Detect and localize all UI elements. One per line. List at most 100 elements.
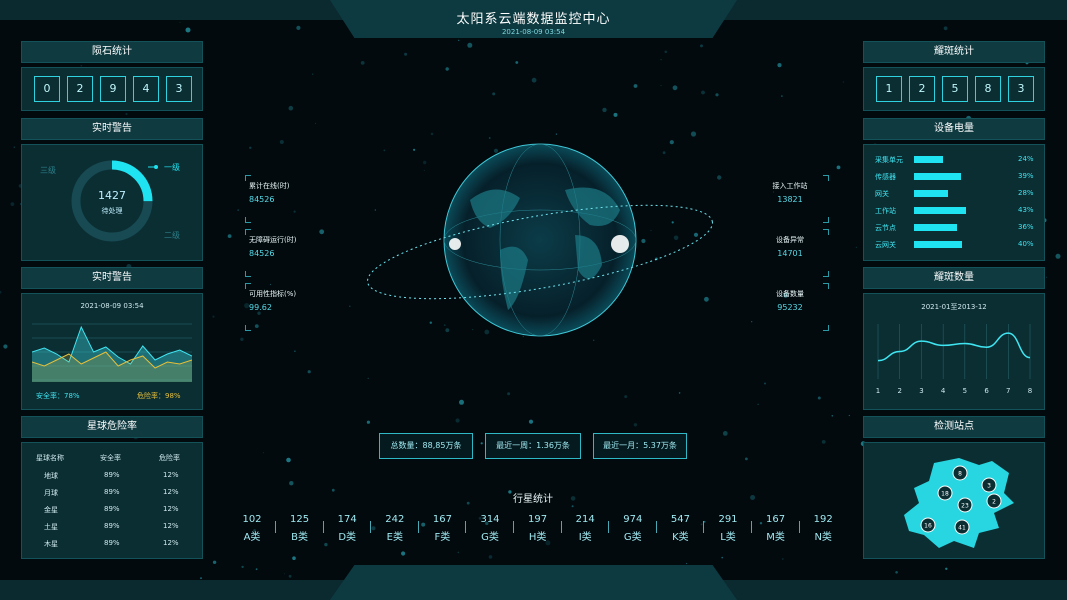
planet-class: H类	[528, 532, 547, 543]
star-dot	[528, 419, 534, 424]
planet-count: 214	[575, 514, 595, 525]
stat-value: 99.62	[249, 303, 272, 312]
meteor-digit: 9	[100, 76, 126, 102]
star-dot	[690, 131, 697, 137]
planet-class: I类	[578, 532, 592, 543]
star-dot	[613, 112, 618, 117]
star-dot	[212, 315, 215, 318]
alert1-panel: 一级 二级 三级 1427 待处理	[21, 144, 203, 261]
power-item-label: 传感器	[875, 173, 896, 181]
star-dot	[455, 418, 460, 423]
flare-count-chart: 1 2 3 4 5 6 7 8	[876, 324, 1032, 395]
star-dot	[125, 112, 128, 116]
planet-count: 242	[385, 514, 405, 525]
star-dot	[842, 81, 845, 83]
planet-stat: 291 L类	[708, 514, 748, 543]
globe-sphere	[443, 143, 637, 337]
planet-stat: 242 E类	[375, 514, 415, 543]
planet-class: G类	[623, 532, 642, 543]
level2-label: 二级	[164, 230, 180, 240]
danger-title: 星球危险率	[21, 416, 203, 438]
star-dot	[821, 440, 826, 444]
star-dot	[492, 92, 496, 96]
star-dot	[331, 488, 335, 492]
planet-count: 974	[623, 514, 643, 525]
star-dot	[836, 165, 841, 170]
planets-title: 行星统计	[513, 494, 553, 505]
planet-stat: 314 G类	[470, 514, 510, 543]
safe-rate-cell: 89%	[104, 505, 120, 513]
stat-value: 84526	[249, 195, 275, 204]
level3-label: 三级	[40, 165, 56, 175]
flare-digit: 5	[942, 76, 968, 102]
flare-digit: 2	[909, 76, 935, 102]
planet-class: K类	[672, 532, 689, 543]
safe-rate-cell: 89%	[104, 488, 120, 496]
stat-label: 设备异常	[776, 236, 804, 244]
planet-count: 167	[766, 514, 786, 525]
power-item-label: 网关	[875, 190, 889, 198]
footer	[330, 565, 737, 600]
power-item-percent: 43%	[1018, 206, 1034, 214]
star-dot	[945, 567, 948, 570]
alert2-title: 实时警告	[21, 267, 203, 289]
left-stat: 可用性指标(%) 99.62	[245, 283, 319, 331]
glow-point	[449, 238, 461, 250]
planet-count: 197	[528, 514, 548, 525]
flare-digit: 3	[1008, 76, 1034, 102]
star-dot	[764, 382, 766, 385]
planet-class: M类	[766, 532, 785, 543]
meteor-digit: 2	[67, 76, 93, 102]
star-dot	[480, 442, 483, 445]
planet-separator	[751, 521, 752, 533]
station-count: 23	[961, 503, 969, 510]
planet-count: 192	[813, 514, 833, 525]
power-level-bar	[914, 241, 962, 248]
planet-count: 547	[670, 514, 690, 525]
planet-separator	[465, 521, 467, 533]
star-dot	[895, 571, 898, 574]
star-dot	[1055, 253, 1061, 259]
glow-point	[611, 235, 629, 253]
stat-label: 可用性指标(%)	[249, 290, 297, 298]
power-level-bar	[914, 173, 961, 180]
planet-count: 174	[337, 514, 357, 525]
x-tick-label: 1	[876, 387, 880, 395]
star-dot	[1046, 276, 1048, 278]
star-dot	[848, 414, 850, 417]
stations-panel: 8 3 18 2 23 16 41	[863, 442, 1045, 559]
star-dot	[324, 542, 328, 547]
month-count-box: 最近一月：5.37万条	[593, 433, 687, 459]
station-count: 8	[958, 471, 962, 478]
stat-value: 13821	[777, 195, 803, 204]
star-dot	[633, 423, 638, 427]
star-dot	[855, 246, 858, 248]
meteor-digit: 3	[166, 76, 192, 102]
star-dot	[751, 321, 753, 323]
star-dot	[831, 415, 834, 417]
level1-label: 一级	[164, 162, 180, 172]
station-count: 3	[987, 483, 991, 490]
planet-name-cell: 土星	[44, 523, 58, 531]
flare-count-title: 耀斑数量	[863, 267, 1045, 289]
star-dot	[515, 61, 519, 64]
flare-series-line	[877, 332, 1031, 362]
star-dot	[571, 505, 574, 508]
power-item-percent: 36%	[1018, 223, 1034, 231]
star-dot	[750, 495, 756, 500]
planet-count: 291	[718, 514, 738, 525]
stat-label: 设备数量	[776, 290, 804, 298]
danger-rate: 危险率：98%	[137, 392, 181, 400]
power-item-percent: 40%	[1018, 240, 1034, 248]
star-dot	[721, 556, 723, 559]
star-dot	[249, 146, 252, 149]
planet-stat: 214 I类	[565, 514, 605, 543]
station-count: 2	[992, 499, 996, 506]
star-dot	[722, 431, 728, 436]
planet-separator	[370, 521, 372, 533]
danger-rate-cell: 12%	[163, 471, 179, 479]
x-tick-label: 4	[941, 387, 946, 395]
star-dot	[404, 52, 408, 56]
star-dot	[633, 84, 638, 88]
alert2-datetime: 2021-08-09 03:54	[80, 302, 144, 310]
